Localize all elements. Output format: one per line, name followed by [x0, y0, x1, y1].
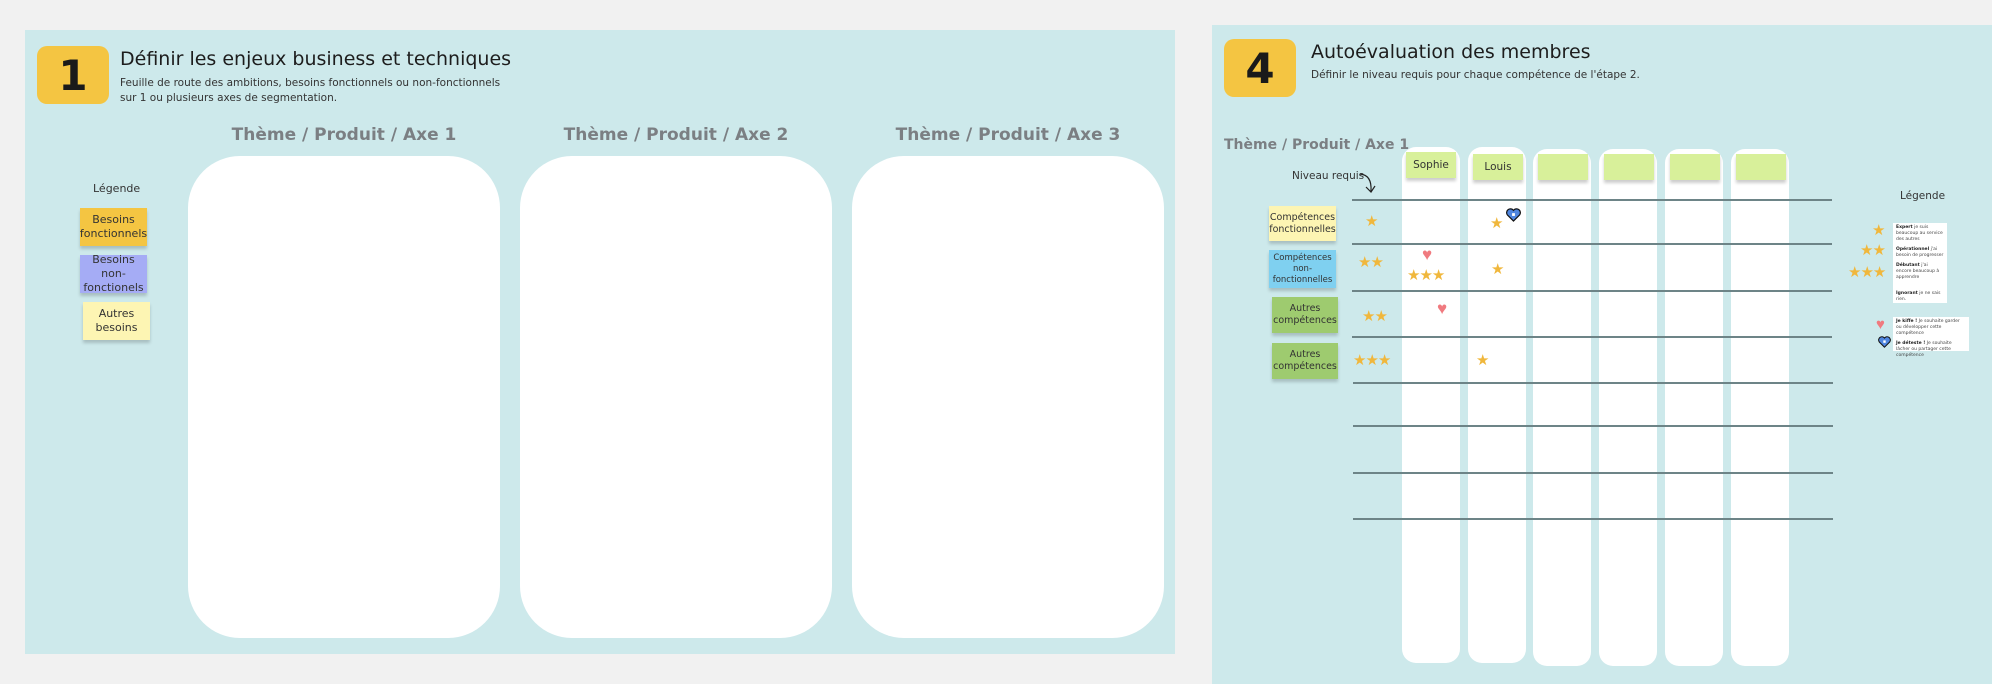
legend-heart-love-icon: ♥ — [1876, 316, 1885, 333]
member-column[interactable] — [1402, 147, 1460, 663]
legend-term: Débutant — [1896, 263, 1920, 268]
row-divider — [1352, 290, 1832, 292]
legend-term: Ignorant — [1896, 291, 1918, 296]
required-star-rating: ★ — [1365, 213, 1378, 230]
row-divider — [1352, 336, 1832, 338]
step-title: Autoévaluation des membres — [1311, 41, 1591, 63]
step-subtitle: Définir le niveau requis pour chaque com… — [1311, 69, 1640, 81]
sticky-text: fonctionels — [83, 281, 144, 294]
subtitle-line: sur 1 ou plusieurs axes de segmentation. — [120, 92, 338, 104]
legend-title: Légende — [93, 182, 141, 195]
axis-title-2: Thème / Produit / Axe 2 — [563, 125, 789, 145]
member-note[interactable] — [1604, 154, 1654, 180]
heart-hate-icon[interactable] — [1506, 208, 1521, 222]
member-star-rating[interactable]: ★ — [1476, 353, 1489, 368]
legend-sticky-nonfunctional[interactable]: Besoins non-fonctionels — [80, 253, 147, 294]
member-note[interactable] — [1538, 154, 1588, 180]
legend-term: Expert — [1896, 225, 1913, 230]
sticky-text: Compétences — [1269, 211, 1336, 223]
sticky-text: non- — [1292, 263, 1313, 274]
member-note[interactable] — [1670, 154, 1720, 180]
legend-level: Expert je suis beaucoup au service des a… — [1896, 225, 1944, 243]
step1-frame: 1 Définir les enjeux business et techniq… — [25, 30, 1175, 654]
legend-star-2: ★★ — [1860, 242, 1886, 259]
skill-sticky-nonfunctional[interactable]: Compétences non-fonctionnelles — [1269, 250, 1336, 288]
sticky-text: fonctionnels — [79, 227, 148, 240]
legend-love: Je kiffe ! Je souhaite garder ou dévelop… — [1896, 319, 1966, 337]
legend-heart-hate-icon — [1878, 336, 1891, 348]
legend-level: Débutant j'ai encore beaucoup à apprendr… — [1896, 263, 1944, 281]
legend-level: Opérationnel j'ai besoin de progresser — [1896, 247, 1944, 259]
legend-term: Je déteste ! — [1896, 341, 1926, 346]
axis-title-1: Thème / Produit / Axe 1 — [231, 125, 457, 145]
axis-card-1[interactable] — [188, 156, 500, 638]
member-column[interactable] — [1731, 149, 1789, 666]
sticky-text: Compétences — [1273, 252, 1332, 263]
sticky-text: besoins — [95, 321, 138, 334]
required-level-label: Niveau requis — [1292, 170, 1365, 182]
axis-card-2[interactable] — [520, 156, 832, 638]
required-star-rating: ★★ — [1358, 254, 1384, 271]
member-column[interactable] — [1533, 149, 1591, 666]
legend-hate: Je déteste ! Je souhaite lâcher ou parta… — [1896, 341, 1966, 359]
subtitle-line: Feuille de route des ambitions, besoins … — [120, 77, 501, 89]
step-number-badge: 1 — [37, 46, 109, 104]
step-title: Définir les enjeux business et technique… — [120, 48, 512, 70]
skill-sticky-other[interactable]: Autres compétences — [1272, 343, 1338, 379]
sticky-text: fonctionnelles — [1269, 223, 1336, 235]
heart-love-icon[interactable]: ♥ — [1422, 246, 1432, 263]
legend-sticky-other[interactable]: Autres besoins — [83, 302, 150, 340]
axis-card-3[interactable] — [852, 156, 1164, 638]
member-note[interactable]: Louis — [1473, 154, 1523, 180]
member-note[interactable] — [1736, 154, 1786, 180]
sticky-text: Autres — [1289, 303, 1321, 314]
sticky-text: compétences — [1273, 361, 1337, 372]
legend-levels-box: Expert je suis beaucoup au service des a… — [1893, 223, 1947, 303]
legend-term: Je kiffe ! — [1896, 319, 1918, 324]
row-divider — [1353, 518, 1833, 520]
row-divider — [1353, 425, 1833, 427]
sticky-text: Autres — [1289, 349, 1321, 360]
member-star-rating[interactable]: ★★★ — [1407, 268, 1445, 283]
row-divider — [1352, 199, 1832, 201]
member-star-rating[interactable]: ★ — [1491, 262, 1504, 277]
axis-title-3: Thème / Produit / Axe 3 — [895, 125, 1121, 145]
heart-love-icon[interactable]: ♥ — [1437, 300, 1447, 317]
member-column[interactable] — [1599, 149, 1657, 666]
sticky-text: compétences — [1273, 315, 1337, 326]
row-divider — [1353, 382, 1833, 384]
sticky-text: fonctionnelles — [1272, 274, 1333, 285]
legend-sticky-functional[interactable]: Besoins fonctionnels — [80, 208, 147, 246]
skill-sticky-functional[interactable]: Compétences fonctionnelles — [1269, 206, 1336, 241]
legend-term: Opérationnel — [1896, 247, 1930, 252]
row-divider — [1353, 472, 1833, 474]
legend-star-1: ★ — [1872, 222, 1885, 239]
step-subtitle: Feuille de route des ambitions, besoins … — [120, 76, 500, 106]
sticky-text: Besoins — [92, 213, 135, 226]
member-column[interactable] — [1665, 149, 1723, 666]
member-star-rating[interactable]: ★ — [1490, 216, 1503, 231]
curved-arrow-icon — [1359, 173, 1376, 193]
required-star-rating: ★★★ — [1353, 352, 1391, 369]
sticky-text: Autres — [98, 307, 135, 320]
legend-star-3: ★★★ — [1848, 264, 1886, 281]
legend-level: Ignorant je ne sais rien. — [1896, 291, 1944, 303]
step4-frame: 4 Autoévaluation des membres Définir le … — [1212, 25, 1992, 684]
member-note[interactable]: Sophie — [1406, 152, 1456, 178]
required-star-rating: ★★ — [1362, 308, 1388, 325]
legend-hearts-box: Je kiffe ! Je souhaite garder ou dévelop… — [1893, 317, 1969, 358]
legend-title: Légende — [1900, 190, 1946, 202]
sticky-text: Besoins non- — [92, 253, 135, 280]
axis-title: Thème / Produit / Axe 1 — [1224, 137, 1410, 153]
step-number-badge: 4 — [1224, 39, 1296, 97]
skill-sticky-other[interactable]: Autres compétences — [1272, 297, 1338, 333]
